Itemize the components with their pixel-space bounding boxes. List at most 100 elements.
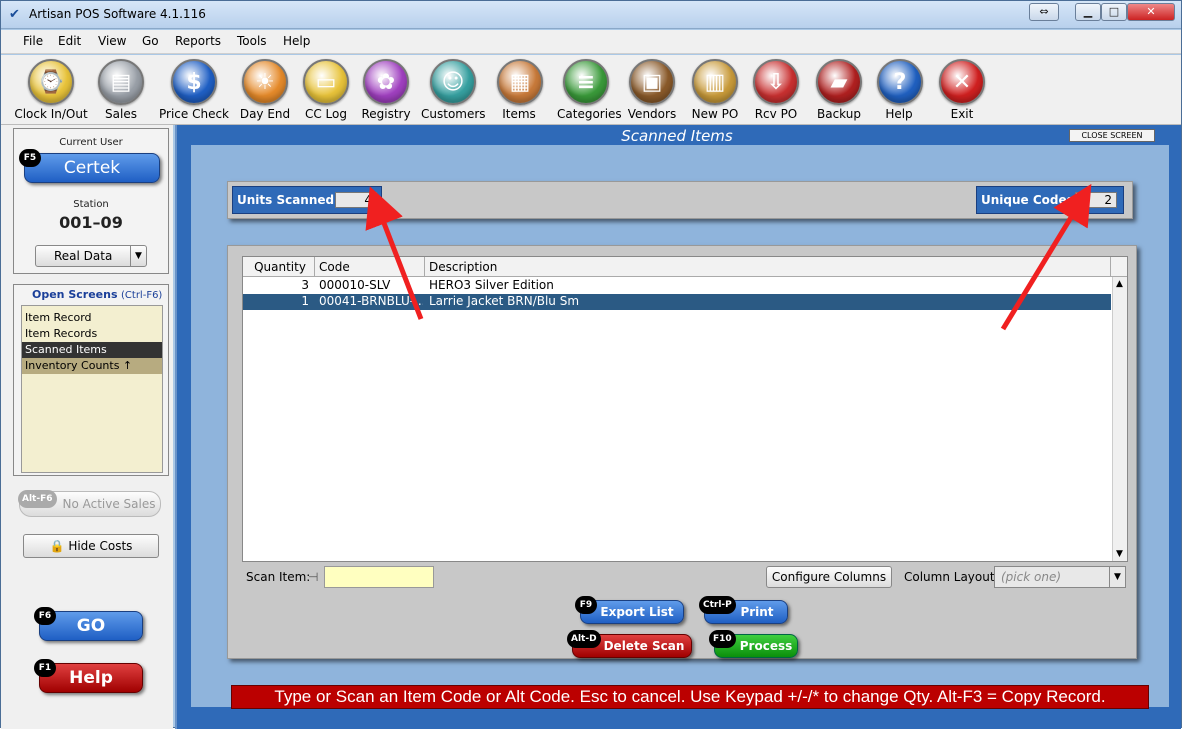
items-icon: ▦: [497, 59, 543, 105]
open-screen-item[interactable]: Item Record: [22, 310, 162, 326]
units-scanned-box: Units Scanned: 4: [232, 186, 382, 214]
data-source-value: Real Data: [54, 249, 113, 263]
menu-go[interactable]: Go: [142, 34, 159, 48]
print-button[interactable]: Ctrl-P Print: [699, 596, 788, 624]
close-screen-button[interactable]: CLOSE SCREEN: [1069, 129, 1155, 142]
go-button[interactable]: F6 GO: [34, 607, 143, 641]
f1-key-badge: F1: [34, 659, 56, 677]
maximize-button[interactable]: □: [1101, 3, 1127, 21]
toolbar-button-cc-log[interactable]: ▭ CC Log: [299, 57, 353, 123]
toolbar-label: New PO: [691, 107, 739, 121]
no-active-sales-button[interactable]: Alt-F6 No Active Sales: [18, 490, 161, 517]
hide-costs-button[interactable]: 🔒 Hide Costs: [23, 534, 159, 558]
clock-in-icon: ⌚: [28, 59, 74, 105]
column-layout-select[interactable]: (pick one) ▼: [994, 566, 1126, 588]
menu-file[interactable]: File: [23, 34, 43, 48]
sunset-icon: ☀: [242, 59, 288, 105]
alt-f6-key-badge: Alt-F6: [18, 490, 57, 508]
usb-drive-icon: ▰: [816, 59, 862, 105]
toolbar-button-categories[interactable]: ≡ Categories: [557, 57, 622, 123]
screen-title: Scanned Items: [621, 127, 733, 145]
toolbar-button-help[interactable]: ? Help: [877, 57, 923, 123]
toolbar-button-clock-in-out[interactable]: ⌚ Clock In/Out: [13, 57, 89, 123]
toolbar-label: Categories: [557, 107, 622, 121]
categories-icon: ≡: [563, 59, 609, 105]
scanned-items-screen: Scanned Items CLOSE SCREEN Units Scanned…: [175, 125, 1181, 729]
toolbar-button-day-end[interactable]: ☀ Day End: [235, 57, 295, 123]
help-button[interactable]: F1 Help: [34, 659, 143, 693]
menu-help[interactable]: Help: [283, 34, 310, 48]
restore-size-icon[interactable]: ⇔: [1029, 3, 1059, 21]
column-layout-value: (pick one): [1001, 570, 1062, 584]
toolbar-button-items[interactable]: ▦ Items: [497, 57, 543, 123]
open-screens-hint: (Ctrl-F6): [121, 290, 163, 301]
column-quantity[interactable]: Quantity: [247, 260, 313, 274]
chevron-down-icon: ▼: [130, 246, 146, 266]
help-label: Help: [69, 668, 113, 688]
table-row[interactable]: 3 000010-SLV HERO3 Silver Edition: [243, 278, 1111, 294]
box-icon: ▥: [692, 59, 738, 105]
left-panel: Current User F5 Certek Station 001–09 Re…: [1, 125, 173, 729]
open-screens-box: Open Screens (Ctrl-F6) Item Record Item …: [13, 284, 169, 476]
export-list-button[interactable]: F9 Export List: [575, 596, 684, 624]
cash-register-icon: ▤: [98, 59, 144, 105]
table-header: Quantity Code Description: [243, 257, 1127, 277]
toolbar-button-rcv-po[interactable]: ⇩ Rcv PO: [751, 57, 801, 123]
toolbar-label: Vendors: [627, 107, 677, 121]
toolbar-label: Backup: [817, 107, 861, 121]
toolbar-button-exit[interactable]: ✕ Exit: [937, 57, 987, 123]
scroll-up-icon[interactable]: ▲: [1116, 279, 1123, 289]
toolbar-label: Items: [502, 107, 536, 121]
screen-body: Units Scanned: 4 Unique Codes: 2 Quantit…: [191, 145, 1169, 709]
scan-marker-icon: ⊣: [308, 570, 319, 584]
units-scanned-value: 4: [335, 192, 377, 208]
unique-codes-value: 2: [1075, 192, 1117, 208]
toolbar-label: CC Log: [304, 107, 347, 121]
menu-bar: File Edit View Go Reports Tools Help: [1, 30, 1181, 54]
toolbar-label: Rcv PO: [754, 107, 798, 121]
menu-view[interactable]: View: [98, 34, 126, 48]
open-screen-item-active[interactable]: Scanned Items: [22, 342, 162, 358]
process-button[interactable]: F10 Process: [709, 630, 798, 658]
user-station-box: Current User F5 Certek Station 001–09 Re…: [13, 128, 169, 274]
items-table-panel: Quantity Code Description 3 000010-SLV H…: [227, 245, 1137, 659]
column-code[interactable]: Code: [319, 260, 350, 274]
column-description[interactable]: Description: [429, 260, 497, 274]
hide-costs-label: Hide Costs: [68, 539, 133, 553]
delete-scan-button[interactable]: Alt-D Delete Scan: [567, 630, 692, 658]
toolbar-button-backup[interactable]: ▰ Backup: [813, 57, 865, 123]
toolbar-button-registry[interactable]: ✿ Registry: [357, 57, 415, 123]
toolbar-button-sales[interactable]: ▤ Sales: [91, 57, 151, 123]
menu-tools[interactable]: Tools: [237, 34, 267, 48]
toolbar-label: Exit: [950, 107, 974, 121]
f9-key-badge: F9: [575, 596, 597, 614]
menu-reports[interactable]: Reports: [175, 34, 221, 48]
scan-item-label: Scan Item:: [246, 570, 311, 584]
close-window-button[interactable]: ✕: [1127, 3, 1175, 21]
current-user-button[interactable]: F5 Certek: [19, 149, 160, 183]
station-label: Station: [73, 199, 109, 210]
menu-edit[interactable]: Edit: [58, 34, 81, 48]
status-message-bar: Type or Scan an Item Code or Alt Code. E…: [231, 685, 1149, 709]
gift-icon: ✿: [363, 59, 409, 105]
unique-codes-box: Unique Codes: 2: [976, 186, 1124, 214]
scanned-items-table: Quantity Code Description 3 000010-SLV H…: [242, 256, 1128, 562]
help-icon: ?: [877, 59, 923, 105]
exit-icon: ✕: [939, 59, 985, 105]
open-screen-item[interactable]: Item Records: [22, 326, 162, 342]
scan-item-input[interactable]: [324, 566, 434, 588]
toolbar: ⌚ Clock In/Out ▤ Sales $ Price Check ☀ Day End ▭…: [1, 55, 1181, 125]
scroll-down-icon[interactable]: ▼: [1116, 549, 1123, 559]
row-quantity: 1: [301, 294, 309, 308]
minimize-button[interactable]: ▁: [1075, 3, 1101, 21]
data-source-select[interactable]: Real Data ▼: [35, 245, 147, 267]
table-row-selected[interactable]: 1 00041-BRNBLU-... Larrie Jacket BRN/Blu…: [243, 294, 1111, 310]
open-screen-item[interactable]: Inventory Counts ↑: [22, 358, 162, 374]
table-scrollbar[interactable]: ▲ ▼: [1112, 277, 1127, 561]
toolbar-button-new-po[interactable]: ▥ New PO: [689, 57, 741, 123]
configure-columns-button[interactable]: Configure Columns: [766, 566, 892, 588]
receive-icon: ⇩: [753, 59, 799, 105]
toolbar-button-customers[interactable]: ☺ Customers: [421, 57, 486, 123]
toolbar-button-vendors[interactable]: ▣ Vendors: [625, 57, 679, 123]
toolbar-button-price-check[interactable]: $ Price Check: [159, 57, 229, 123]
